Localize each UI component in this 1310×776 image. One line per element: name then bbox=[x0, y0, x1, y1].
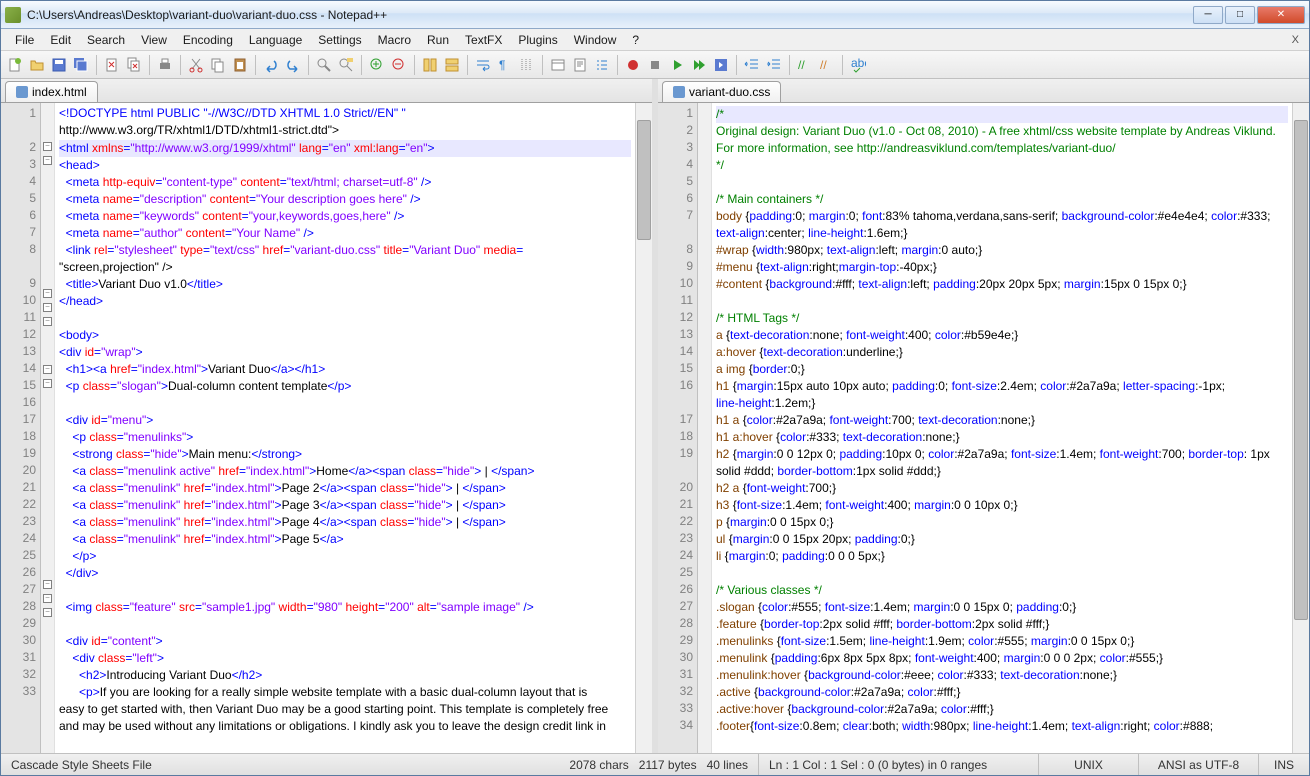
vertical-scrollbar[interactable] bbox=[1292, 103, 1309, 753]
play-multi-icon[interactable] bbox=[689, 55, 709, 75]
code-area[interactable]: <!DOCTYPE html PUBLIC "-//W3C//DTD XHTML… bbox=[55, 103, 635, 753]
redo-icon[interactable] bbox=[283, 55, 303, 75]
right-editor[interactable]: 1234567 8910111213141516 171819 20212223… bbox=[658, 103, 1309, 753]
svg-text:abc: abc bbox=[851, 57, 866, 70]
uncomment-icon[interactable]: // bbox=[817, 55, 837, 75]
menu-textfx[interactable]: TextFX bbox=[457, 31, 510, 49]
comment-icon[interactable]: // bbox=[795, 55, 815, 75]
copy-icon[interactable] bbox=[208, 55, 228, 75]
status-eol: UNIX bbox=[1039, 754, 1139, 775]
find-icon[interactable] bbox=[314, 55, 334, 75]
record-macro-icon[interactable] bbox=[623, 55, 643, 75]
right-tabbar: variant-duo.css bbox=[658, 79, 1309, 103]
paste-icon[interactable] bbox=[230, 55, 250, 75]
print-icon[interactable] bbox=[155, 55, 175, 75]
toolbar: ¶ // // abc bbox=[1, 51, 1309, 79]
menu-help[interactable]: ? bbox=[624, 31, 647, 49]
indent-icon[interactable] bbox=[764, 55, 784, 75]
right-pane: variant-duo.css 1234567 8910111213141516… bbox=[658, 79, 1309, 753]
left-editor[interactable]: 1 2345678 910111213141516171819202122232… bbox=[1, 103, 652, 753]
app-window: C:\Users\Andreas\Desktop\variant-duo\var… bbox=[0, 0, 1310, 776]
menu-language[interactable]: Language bbox=[241, 31, 310, 49]
undo-icon[interactable] bbox=[261, 55, 281, 75]
file-icon bbox=[673, 86, 685, 98]
svg-text://: // bbox=[798, 58, 805, 72]
menubar-close-button[interactable]: X bbox=[1288, 34, 1303, 46]
zoom-in-icon[interactable] bbox=[367, 55, 387, 75]
user-lang-icon[interactable] bbox=[548, 55, 568, 75]
outdent-icon[interactable] bbox=[742, 55, 762, 75]
open-file-icon[interactable] bbox=[27, 55, 47, 75]
new-file-icon[interactable] bbox=[5, 55, 25, 75]
line-gutter: 1234567 8910111213141516 171819 20212223… bbox=[658, 103, 698, 753]
status-mode: INS bbox=[1259, 754, 1309, 775]
fold-margin[interactable] bbox=[698, 103, 712, 753]
maximize-button[interactable]: □ bbox=[1225, 6, 1255, 24]
svg-text:¶: ¶ bbox=[499, 58, 505, 72]
close-file-icon[interactable] bbox=[102, 55, 122, 75]
zoom-out-icon[interactable] bbox=[389, 55, 409, 75]
minimize-button[interactable]: ─ bbox=[1193, 6, 1223, 24]
line-gutter: 1 2345678 910111213141516171819202122232… bbox=[1, 103, 41, 753]
menu-view[interactable]: View bbox=[133, 31, 175, 49]
sync-v-icon[interactable] bbox=[420, 55, 440, 75]
split-view: index.html 1 2345678 9101112131415161718… bbox=[1, 79, 1309, 753]
stop-macro-icon[interactable] bbox=[645, 55, 665, 75]
menu-plugins[interactable]: Plugins bbox=[510, 31, 565, 49]
app-icon bbox=[5, 7, 21, 23]
close-button[interactable]: ✕ bbox=[1257, 6, 1305, 24]
titlebar[interactable]: C:\Users\Andreas\Desktop\variant-duo\var… bbox=[1, 1, 1309, 29]
wordwrap-icon[interactable] bbox=[473, 55, 493, 75]
svg-text://: // bbox=[820, 58, 827, 72]
menu-window[interactable]: Window bbox=[566, 31, 625, 49]
indent-guide-icon[interactable] bbox=[517, 55, 537, 75]
code-area[interactable]: /*Original design: Variant Duo (v1.0 - O… bbox=[712, 103, 1292, 753]
status-encoding: ANSI as UTF-8 bbox=[1139, 754, 1259, 775]
menu-settings[interactable]: Settings bbox=[310, 31, 369, 49]
doc-map-icon[interactable] bbox=[570, 55, 590, 75]
tab-label: index.html bbox=[32, 85, 87, 99]
sync-h-icon[interactable] bbox=[442, 55, 462, 75]
play-macro-icon[interactable] bbox=[667, 55, 687, 75]
status-language: Cascade Style Sheets File bbox=[1, 754, 529, 775]
save-all-icon[interactable] bbox=[71, 55, 91, 75]
fold-margin[interactable]: −−−−−−−−−− bbox=[41, 103, 55, 753]
tab-variant-duo-css[interactable]: variant-duo.css bbox=[662, 81, 781, 102]
window-title: C:\Users\Andreas\Desktop\variant-duo\var… bbox=[27, 8, 1193, 22]
cut-icon[interactable] bbox=[186, 55, 206, 75]
menu-search[interactable]: Search bbox=[79, 31, 133, 49]
spellcheck-icon[interactable]: abc bbox=[848, 55, 868, 75]
menu-macro[interactable]: Macro bbox=[370, 31, 419, 49]
close-all-icon[interactable] bbox=[124, 55, 144, 75]
save-icon[interactable] bbox=[49, 55, 69, 75]
menu-run[interactable]: Run bbox=[419, 31, 457, 49]
tab-index-html[interactable]: index.html bbox=[5, 81, 98, 102]
status-position: Ln : 1 Col : 1 Sel : 0 (0 bytes) in 0 ra… bbox=[759, 754, 1039, 775]
tab-label: variant-duo.css bbox=[689, 85, 770, 99]
status-size: 2078 chars 2117 bytes 40 lines bbox=[529, 754, 759, 775]
left-tabbar: index.html bbox=[1, 79, 652, 103]
menubar: File Edit Search View Encoding Language … bbox=[1, 29, 1309, 51]
func-list-icon[interactable] bbox=[592, 55, 612, 75]
save-macro-icon[interactable] bbox=[711, 55, 731, 75]
vertical-scrollbar[interactable] bbox=[635, 103, 652, 753]
menu-encoding[interactable]: Encoding bbox=[175, 31, 241, 49]
menu-edit[interactable]: Edit bbox=[42, 31, 79, 49]
menu-file[interactable]: File bbox=[7, 31, 42, 49]
statusbar: Cascade Style Sheets File 2078 chars 211… bbox=[1, 753, 1309, 775]
left-pane: index.html 1 2345678 9101112131415161718… bbox=[1, 79, 652, 753]
show-all-chars-icon[interactable]: ¶ bbox=[495, 55, 515, 75]
replace-icon[interactable] bbox=[336, 55, 356, 75]
file-icon bbox=[16, 86, 28, 98]
